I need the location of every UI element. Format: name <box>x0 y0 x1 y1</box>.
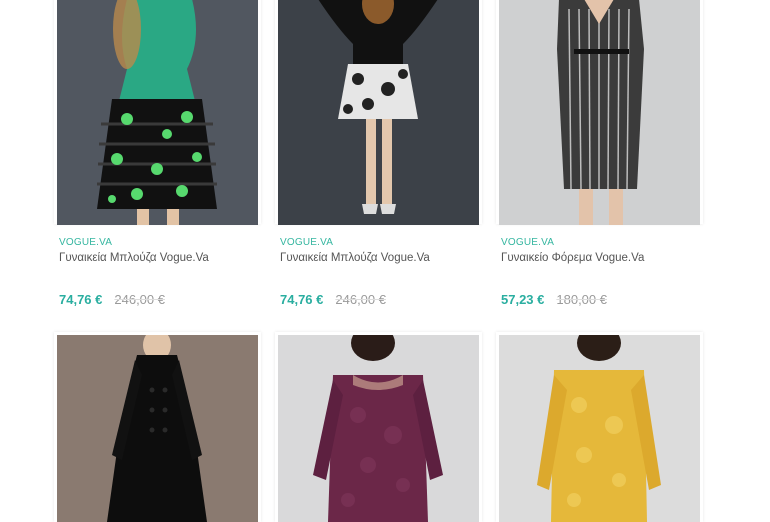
product-title[interactable]: Γυναικεία Μπλούζα Vogue.Va <box>280 252 430 264</box>
current-price: 74,76 € <box>59 292 103 307</box>
current-price: 57,23 € <box>501 292 545 307</box>
product-image[interactable] <box>499 0 700 225</box>
product-price: 74,76 € 246,00 € <box>280 292 386 307</box>
product-title[interactable]: Γυναικείο Φόρεμα Vogue.Va <box>501 252 644 264</box>
product-card[interactable] <box>496 0 703 225</box>
product-brand[interactable]: VOGUE.VA <box>280 237 333 248</box>
product-brand[interactable]: VOGUE.VA <box>501 237 554 248</box>
product-card[interactable] <box>54 332 261 522</box>
product-image[interactable] <box>278 0 479 225</box>
product-card[interactable] <box>275 0 482 225</box>
product-price: 57,23 € 180,00 € <box>501 292 607 307</box>
product-card[interactable] <box>496 332 703 522</box>
product-title[interactable]: Γυναικεία Μπλούζα Vogue.Va <box>59 252 209 264</box>
product-price: 74,76 € 246,00 € <box>59 292 165 307</box>
product-image[interactable] <box>499 335 700 522</box>
current-price: 74,76 € <box>280 292 324 307</box>
product-image[interactable] <box>278 335 479 522</box>
product-image[interactable] <box>57 335 258 522</box>
old-price: 246,00 € <box>335 292 386 307</box>
product-image[interactable] <box>57 0 258 225</box>
old-price: 246,00 € <box>114 292 165 307</box>
old-price: 180,00 € <box>556 292 607 307</box>
product-brand[interactable]: VOGUE.VA <box>59 237 112 248</box>
product-card[interactable] <box>275 332 482 522</box>
product-card[interactable] <box>54 0 261 225</box>
